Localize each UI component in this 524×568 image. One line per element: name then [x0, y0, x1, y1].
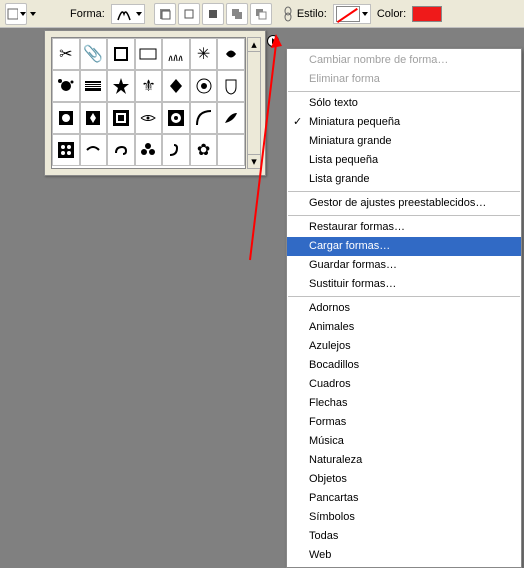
combine-subtract[interactable]: [250, 3, 272, 25]
shape-flourish[interactable]: [135, 102, 163, 134]
menu-thumb-small[interactable]: Miniatura pequeña: [287, 113, 521, 132]
shape-grass[interactable]: [162, 38, 190, 70]
shape-stamp[interactable]: [107, 38, 135, 70]
color-picker[interactable]: [412, 6, 442, 22]
menu-replace[interactable]: Sustituir formas…: [287, 275, 521, 294]
menu-restore[interactable]: Restaurar formas…: [287, 218, 521, 237]
mode-fill[interactable]: [202, 3, 224, 25]
shape-flowerblock[interactable]: [52, 134, 80, 166]
flyout-menu-button[interactable]: [267, 35, 279, 47]
tool-dropdown[interactable]: [5, 3, 27, 25]
shape-splat[interactable]: [52, 70, 80, 102]
shape-ornament2[interactable]: [80, 102, 108, 134]
menu-cat-web[interactable]: Web: [287, 546, 521, 565]
style-picker[interactable]: [333, 4, 371, 24]
menu-separator: [288, 91, 520, 92]
shape-vine[interactable]: [80, 134, 108, 166]
shape-leaf[interactable]: [217, 102, 245, 134]
menu-cat-flechas[interactable]: Flechas: [287, 394, 521, 413]
menu-cat-adornos[interactable]: Adornos: [287, 299, 521, 318]
menu-preset-manager[interactable]: Gestor de ajustes preestablecidos…: [287, 194, 521, 213]
shape-picker[interactable]: [111, 4, 145, 24]
shape-swirl[interactable]: [107, 134, 135, 166]
menu-separator: [288, 215, 520, 216]
menu-cat-todas[interactable]: Todas: [287, 527, 521, 546]
scroll-up[interactable]: ▴: [248, 38, 260, 52]
shape-ornament1[interactable]: [52, 102, 80, 134]
menu-separator: [288, 296, 520, 297]
menu-cat-musica[interactable]: Música: [287, 432, 521, 451]
shape-tile[interactable]: [107, 102, 135, 134]
combine-add[interactable]: [226, 3, 248, 25]
style-none-icon: [336, 6, 360, 22]
shape-badge[interactable]: [190, 70, 218, 102]
menu-list-small[interactable]: Lista pequeña: [287, 151, 521, 170]
color-label: Color:: [377, 8, 406, 20]
link-icon: [283, 6, 293, 22]
shape-flag[interactable]: [80, 70, 108, 102]
shape-grid: ✂ 📎 ✳ ⚜ ✿: [51, 37, 246, 169]
menu-load[interactable]: Cargar formas…: [287, 237, 521, 256]
shape-scissors[interactable]: ✂: [52, 38, 80, 70]
options-toolbar: Forma: Estilo: Color:: [0, 0, 524, 28]
menu-separator: [288, 191, 520, 192]
shape-star[interactable]: [107, 70, 135, 102]
shape-picker-panel: ✂ 📎 ✳ ⚜ ✿ ▴ ▾: [44, 30, 266, 176]
menu-cat-formas[interactable]: Formas: [287, 413, 521, 432]
menu-text-only[interactable]: Sólo texto: [287, 94, 521, 113]
menu-cat-cuadros[interactable]: Cuadros: [287, 375, 521, 394]
style-label: Estilo:: [297, 8, 327, 20]
menu-cat-simbolos[interactable]: Símbolos: [287, 508, 521, 527]
mode-shape-layer[interactable]: [154, 3, 176, 25]
shape-blank[interactable]: [217, 134, 245, 166]
flyout-menu: Cambiar nombre de forma… Eliminar forma …: [286, 48, 522, 568]
menu-list-large[interactable]: Lista grande: [287, 170, 521, 189]
shape-paperclip[interactable]: 📎: [80, 38, 108, 70]
menu-cat-animales[interactable]: Animales: [287, 318, 521, 337]
shape-rosette[interactable]: [162, 102, 190, 134]
shape-corner[interactable]: [190, 102, 218, 134]
shape-envelope[interactable]: [135, 38, 163, 70]
menu-cat-objetos[interactable]: Objetos: [287, 470, 521, 489]
scroll-down[interactable]: ▾: [248, 154, 260, 168]
shape-snowflake[interactable]: ✳: [190, 38, 218, 70]
grid-scrollbar[interactable]: ▴ ▾: [247, 37, 261, 169]
shape-diamond[interactable]: [162, 70, 190, 102]
shape-label: Forma:: [70, 8, 105, 20]
shape-crest[interactable]: [217, 70, 245, 102]
menu-save[interactable]: Guardar formas…: [287, 256, 521, 275]
tool-preset-arrow[interactable]: [30, 12, 36, 16]
shape-curl[interactable]: [162, 134, 190, 166]
menu-delete[interactable]: Eliminar forma: [287, 70, 521, 89]
mode-path[interactable]: [178, 3, 200, 25]
shape-flower[interactable]: ✿: [190, 134, 218, 166]
menu-cat-pancartas[interactable]: Pancartas: [287, 489, 521, 508]
shape-floral[interactable]: [135, 134, 163, 166]
menu-cat-azulejos[interactable]: Azulejos: [287, 337, 521, 356]
shape-fleur[interactable]: ⚜: [135, 70, 163, 102]
menu-rename[interactable]: Cambiar nombre de forma…: [287, 51, 521, 70]
menu-cat-bocadillos[interactable]: Bocadillos: [287, 356, 521, 375]
shape-ornament[interactable]: [217, 38, 245, 70]
menu-thumb-large[interactable]: Miniatura grande: [287, 132, 521, 151]
menu-cat-naturaleza[interactable]: Naturaleza: [287, 451, 521, 470]
